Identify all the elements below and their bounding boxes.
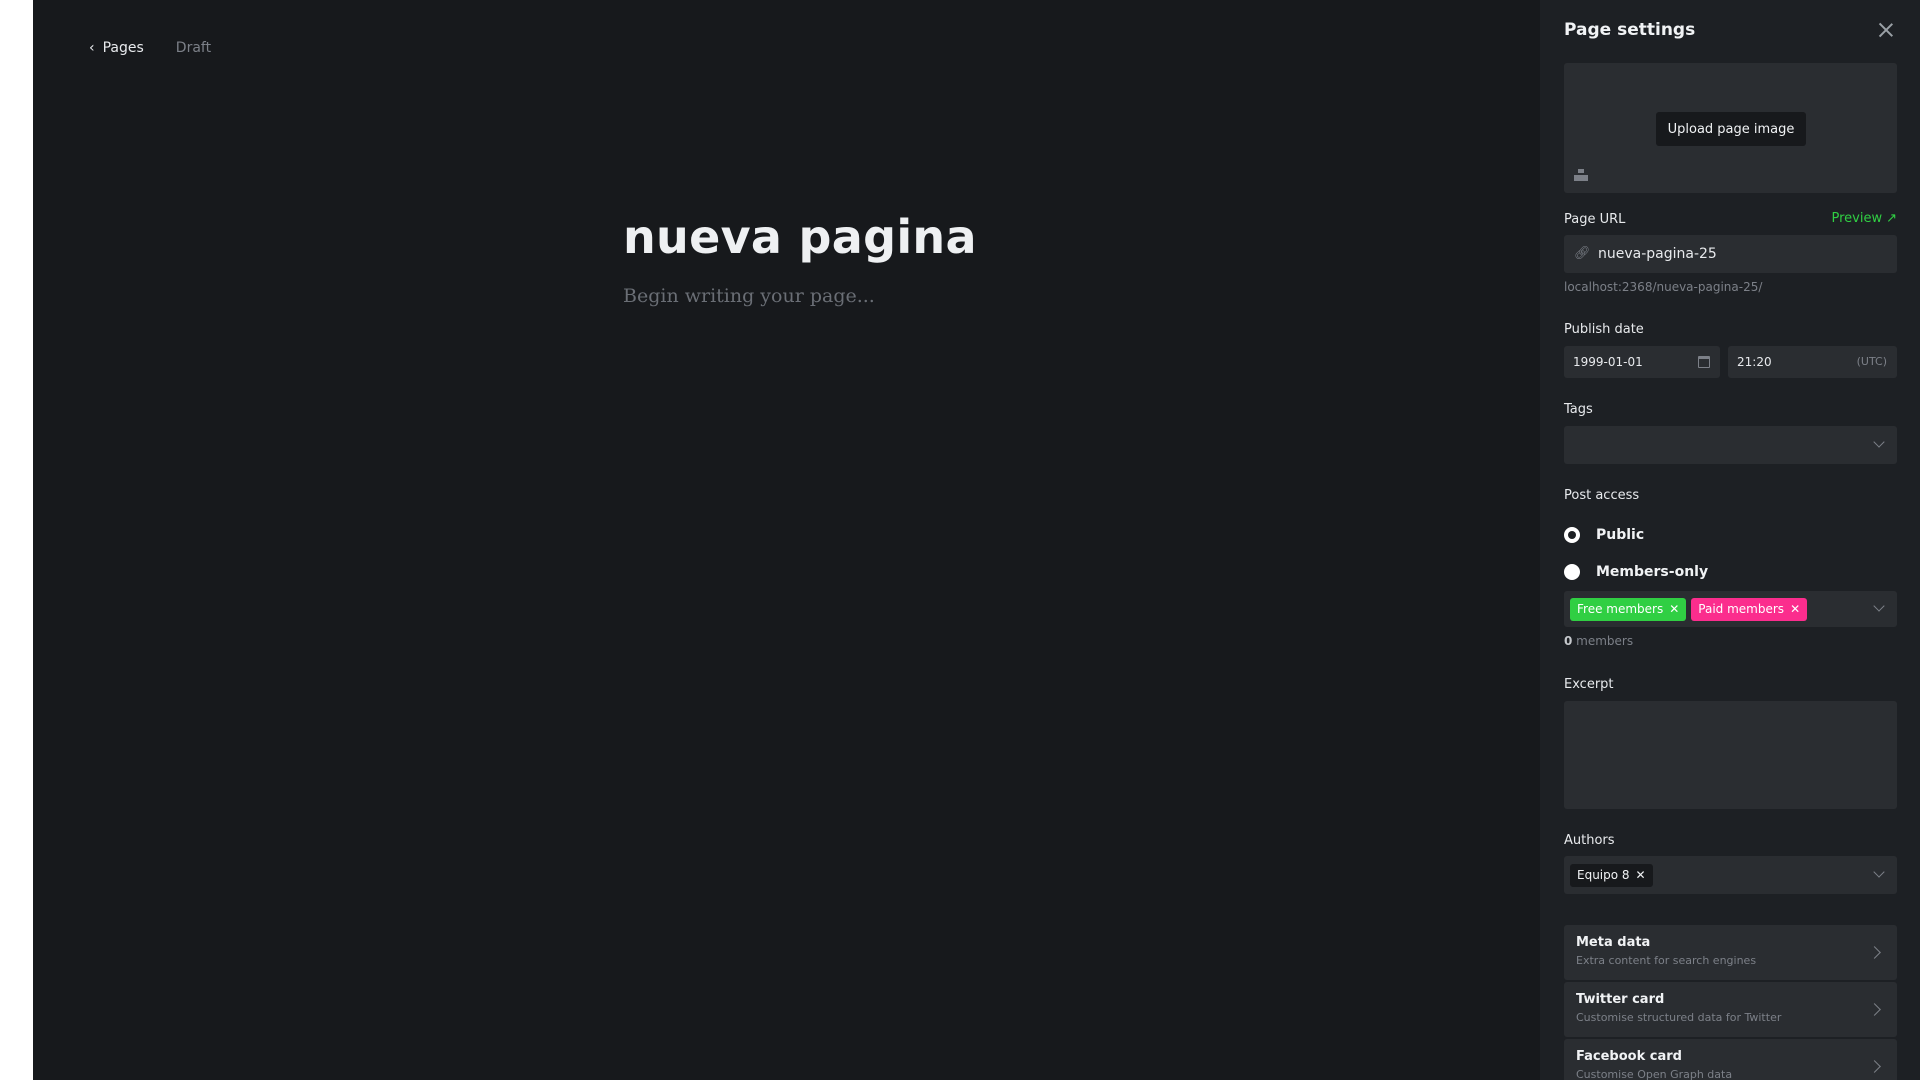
members-count-suffix: members bbox=[1572, 634, 1634, 648]
remove-icon[interactable]: ✕ bbox=[1669, 602, 1679, 616]
card-title: Meta data bbox=[1576, 935, 1651, 950]
card-subtitle: Customise structured data for Twitter bbox=[1576, 1011, 1782, 1024]
link-icon: 🔗︎ bbox=[1574, 246, 1591, 261]
authors-label: Authors bbox=[1564, 833, 1615, 848]
access-option-label: Members-only bbox=[1596, 564, 1709, 580]
card-title: Facebook card bbox=[1576, 1049, 1682, 1064]
excerpt-label: Excerpt bbox=[1564, 677, 1614, 692]
page-title-input[interactable]: nueva pagina bbox=[623, 210, 977, 264]
page-url-input[interactable]: 🔗︎ nueva-pagina-25 bbox=[1564, 235, 1897, 273]
radio-unselected-icon bbox=[1564, 564, 1580, 580]
settings-title: Page settings bbox=[1564, 20, 1696, 40]
settings-header: Page settings bbox=[1564, 20, 1896, 40]
remove-icon[interactable]: ✕ bbox=[1636, 868, 1646, 882]
chevron-down-icon bbox=[1873, 600, 1885, 612]
page-body-editor[interactable]: Begin writing your page... bbox=[623, 285, 875, 307]
radio-selected-icon bbox=[1564, 527, 1580, 543]
remove-icon[interactable]: ✕ bbox=[1790, 602, 1800, 616]
slug-value: nueva-pagina-25 bbox=[1598, 246, 1717, 262]
card-title: Twitter card bbox=[1576, 992, 1665, 1007]
timezone-label: (UTC) bbox=[1856, 355, 1887, 368]
date-value: 1999-01-01 bbox=[1573, 355, 1643, 369]
calendar-icon[interactable] bbox=[1698, 356, 1710, 368]
access-option-label: Public bbox=[1596, 527, 1645, 543]
settings-panel: Page settings Upload page image Page URL… bbox=[1540, 0, 1920, 1080]
editor-canvas: ‹ Pages Draft nueva pagina Begin writing… bbox=[33, 0, 1540, 1080]
tier-chip-paid[interactable]: Paid members ✕ bbox=[1691, 597, 1808, 621]
back-to-pages-link[interactable]: ‹ Pages bbox=[89, 40, 144, 56]
card-subtitle: Extra content for search engines bbox=[1576, 954, 1757, 967]
publish-date-label: Publish date bbox=[1564, 322, 1644, 337]
time-input[interactable]: 21:20 (UTC) bbox=[1728, 346, 1897, 378]
url-hint: localhost:2368/nueva-pagina-25/ bbox=[1564, 280, 1763, 294]
twitter-card[interactable]: Twitter card Customise structured data f… bbox=[1564, 982, 1897, 1037]
access-option-public[interactable]: Public bbox=[1564, 527, 1644, 543]
external-link-icon: ↗ bbox=[1886, 211, 1897, 226]
chevron-down-icon bbox=[1873, 436, 1885, 448]
facebook-card[interactable]: Facebook card Customise Open Graph data bbox=[1564, 1039, 1897, 1080]
post-status: Draft bbox=[175, 40, 212, 56]
feature-image-dropzone[interactable]: Upload page image bbox=[1564, 63, 1897, 193]
editor-topbar: ‹ Pages Draft bbox=[89, 40, 211, 56]
chevron-left-icon: ‹ bbox=[89, 40, 95, 56]
tier-chip-label: Paid members bbox=[1698, 602, 1785, 616]
app-root: ‹ Pages Draft nueva pagina Begin writing… bbox=[0, 0, 1920, 1080]
members-count: 0 members bbox=[1564, 634, 1633, 648]
author-chip-label: Equipo 8 bbox=[1577, 868, 1630, 882]
date-input[interactable]: 1999-01-01 bbox=[1564, 346, 1720, 378]
access-option-members-only[interactable]: Members-only bbox=[1564, 564, 1708, 580]
preview-link[interactable]: Preview ↗ bbox=[1831, 211, 1897, 226]
member-tiers-select[interactable]: Free members ✕ Paid members ✕ bbox=[1564, 591, 1897, 627]
upload-image-button[interactable]: Upload page image bbox=[1656, 112, 1806, 146]
preview-label: Preview bbox=[1831, 211, 1883, 226]
post-access-label: Post access bbox=[1564, 488, 1640, 503]
close-icon[interactable] bbox=[1876, 20, 1896, 40]
authors-select[interactable]: Equipo 8 ✕ bbox=[1564, 856, 1897, 894]
tags-label: Tags bbox=[1564, 402, 1593, 417]
chevron-down-icon bbox=[1873, 866, 1885, 878]
meta-data-card[interactable]: Meta data Extra content for search engin… bbox=[1564, 925, 1897, 980]
card-subtitle: Customise Open Graph data bbox=[1576, 1068, 1733, 1080]
page-url-label: Page URL bbox=[1564, 212, 1626, 227]
tier-chip-free[interactable]: Free members ✕ bbox=[1570, 597, 1687, 621]
tags-input[interactable] bbox=[1564, 426, 1897, 464]
back-label: Pages bbox=[102, 40, 144, 56]
excerpt-textarea[interactable] bbox=[1564, 701, 1897, 809]
tier-chip-label: Free members bbox=[1577, 602, 1664, 616]
time-value: 21:20 bbox=[1737, 355, 1772, 369]
unsplash-icon[interactable] bbox=[1574, 169, 1588, 181]
author-chip[interactable]: Equipo 8 ✕ bbox=[1570, 863, 1653, 887]
